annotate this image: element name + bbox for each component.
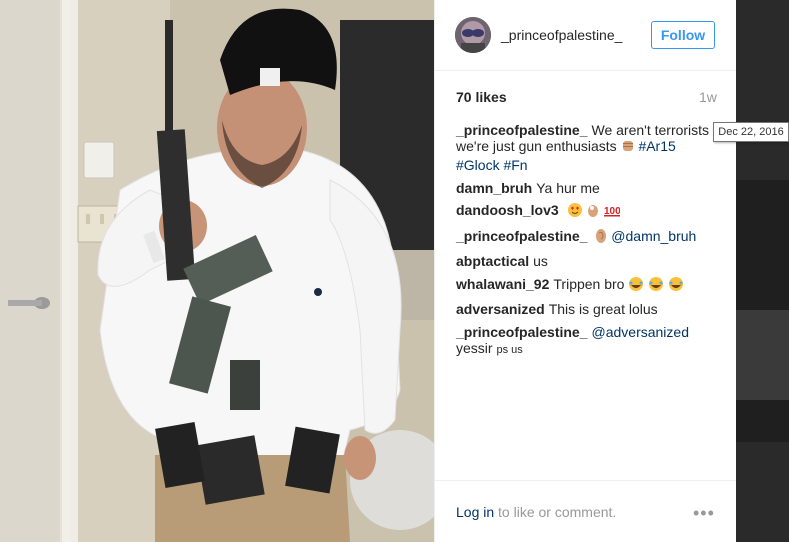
hashtag-link[interactable]: #Fn <box>503 157 527 173</box>
comment-text: us <box>533 253 548 269</box>
post-header: _princeofpalestine_ Follow <box>435 0 736 71</box>
instagram-post-modal: _princeofpalestine_ Follow 70 likes 1w _… <box>0 0 789 542</box>
comment-username[interactable]: adversanized <box>456 301 545 317</box>
post-photo[interactable] <box>0 0 434 542</box>
comment-username[interactable]: damn_bruh <box>456 180 532 196</box>
mention-link[interactable]: @adversanized <box>592 324 690 340</box>
laughing-emoji-icon <box>648 276 664 295</box>
comment-extra-text: ps us <box>496 343 523 356</box>
comment-username[interactable]: _princeofpalestine_ <box>456 122 588 138</box>
avatar[interactable] <box>455 17 491 53</box>
comment-username[interactable]: _princeofpalestine_ <box>456 228 588 244</box>
comment-text: yessir <box>456 339 493 356</box>
hundred-emoji-icon: 100 <box>604 202 621 221</box>
background-overlay <box>735 0 789 542</box>
post-footer: Log in to like or comment. ••• <box>435 480 736 542</box>
comment-item: dandoosh_lov3 100 <box>456 202 718 221</box>
follow-button[interactable]: Follow <box>651 21 715 49</box>
comment-item: whalawani_92 Trippen bro <box>456 276 718 295</box>
comment-text: Ya hur me <box>536 179 600 196</box>
hashtag-link[interactable]: #Ar15 <box>638 138 675 154</box>
comment-item: damn_bruh Ya hur me <box>456 180 718 196</box>
comment-item: _princeofpalestine_ @adversanized yessir … <box>456 324 718 358</box>
comment-username[interactable]: dandoosh_lov3 <box>456 202 559 218</box>
comment-username[interactable]: _princeofpalestine_ <box>456 324 588 340</box>
comment-text: This is great lolus <box>548 301 658 317</box>
post-details-panel: _princeofpalestine_ Follow 70 likes 1w _… <box>434 0 736 542</box>
background-strip <box>735 310 789 400</box>
fist-emoji-icon <box>621 138 635 157</box>
comment-item: adversanized This is great lolus <box>456 301 718 317</box>
comment-username[interactable]: whalawani_92 <box>456 276 549 292</box>
comment-username[interactable]: abptactical <box>456 253 529 269</box>
ear-emoji-icon <box>595 228 607 247</box>
hashtag-link[interactable]: #Glock <box>456 157 500 173</box>
likes-count[interactable]: 70 likes <box>456 89 507 105</box>
post-author-username[interactable]: _princeofpalestine_ <box>501 27 622 43</box>
login-prompt: Log in to like or comment. <box>456 504 616 520</box>
login-prompt-text: to like or comment. <box>498 504 617 520</box>
comment-item: _princeofpalestine_ We aren't terrorists … <box>456 122 718 173</box>
login-link[interactable]: Log in <box>456 504 494 520</box>
comment-item: _princeofpalestine_ @damn_bruh <box>456 228 718 247</box>
ok-hand-emoji-icon <box>586 202 600 221</box>
post-time-ago[interactable]: 1w <box>699 89 717 105</box>
comment-item: abptactical us <box>456 253 718 269</box>
date-tooltip: Dec 22, 2016 <box>713 122 789 142</box>
comment-text: Trippen bro <box>553 275 625 292</box>
photo-illustration <box>0 0 434 542</box>
more-options-icon[interactable]: ••• <box>693 503 715 524</box>
mention-link[interactable]: @damn_bruh <box>611 228 696 244</box>
avatar-image <box>455 17 491 53</box>
laughing-emoji-icon <box>628 276 644 295</box>
laughing-emoji-icon <box>668 276 684 295</box>
heart-eyes-emoji-icon <box>567 202 583 221</box>
comments-list: _princeofpalestine_ We aren't terrorists … <box>456 122 718 364</box>
